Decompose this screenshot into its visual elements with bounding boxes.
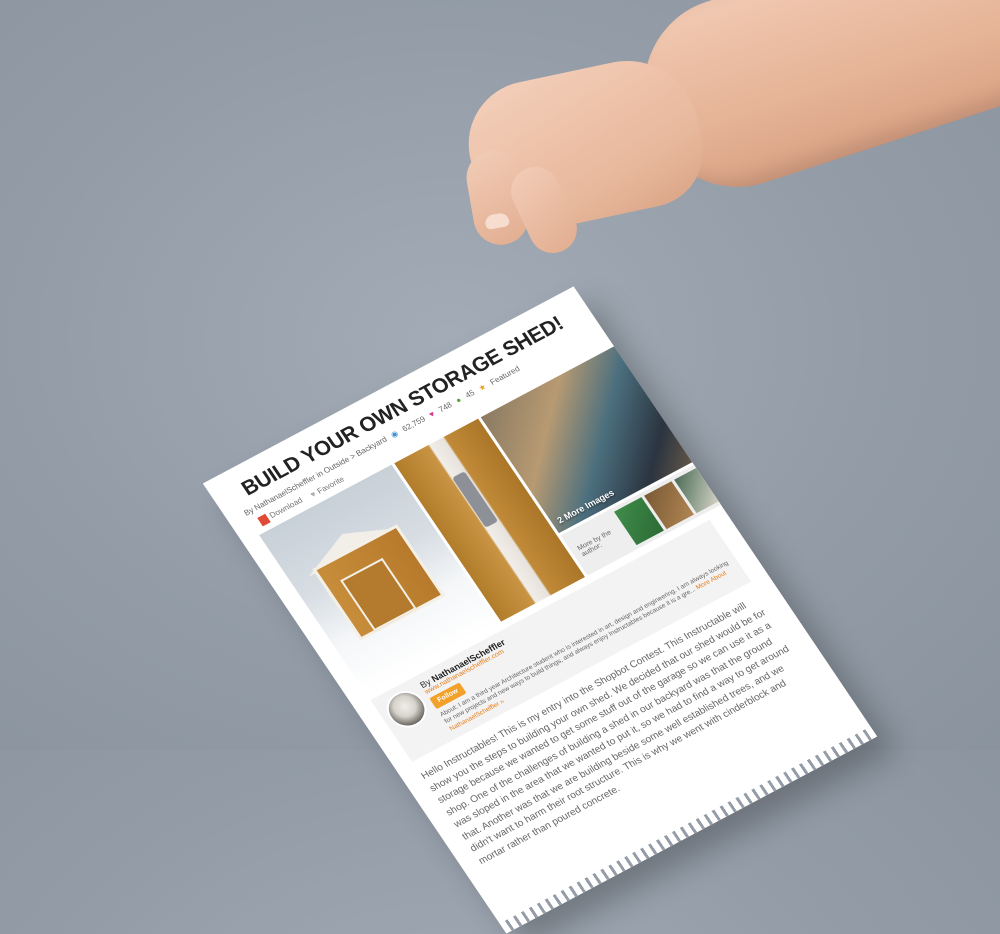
favorites-count: 748 bbox=[436, 400, 454, 415]
comments-count: 45 bbox=[463, 388, 477, 400]
latch-hardware bbox=[452, 471, 499, 528]
comments-icon: ● bbox=[453, 395, 464, 406]
pdf-icon bbox=[257, 513, 271, 527]
featured-star-icon: ★ bbox=[476, 382, 489, 393]
printed-paper-sheet: BUILD YOUR OWN STORAGE SHED! By Nathanae… bbox=[202, 286, 878, 934]
views-icon: ◉ bbox=[388, 428, 401, 440]
more-by-author-label: More by the author: bbox=[576, 529, 613, 559]
favorites-icon: ♥ bbox=[427, 409, 437, 420]
